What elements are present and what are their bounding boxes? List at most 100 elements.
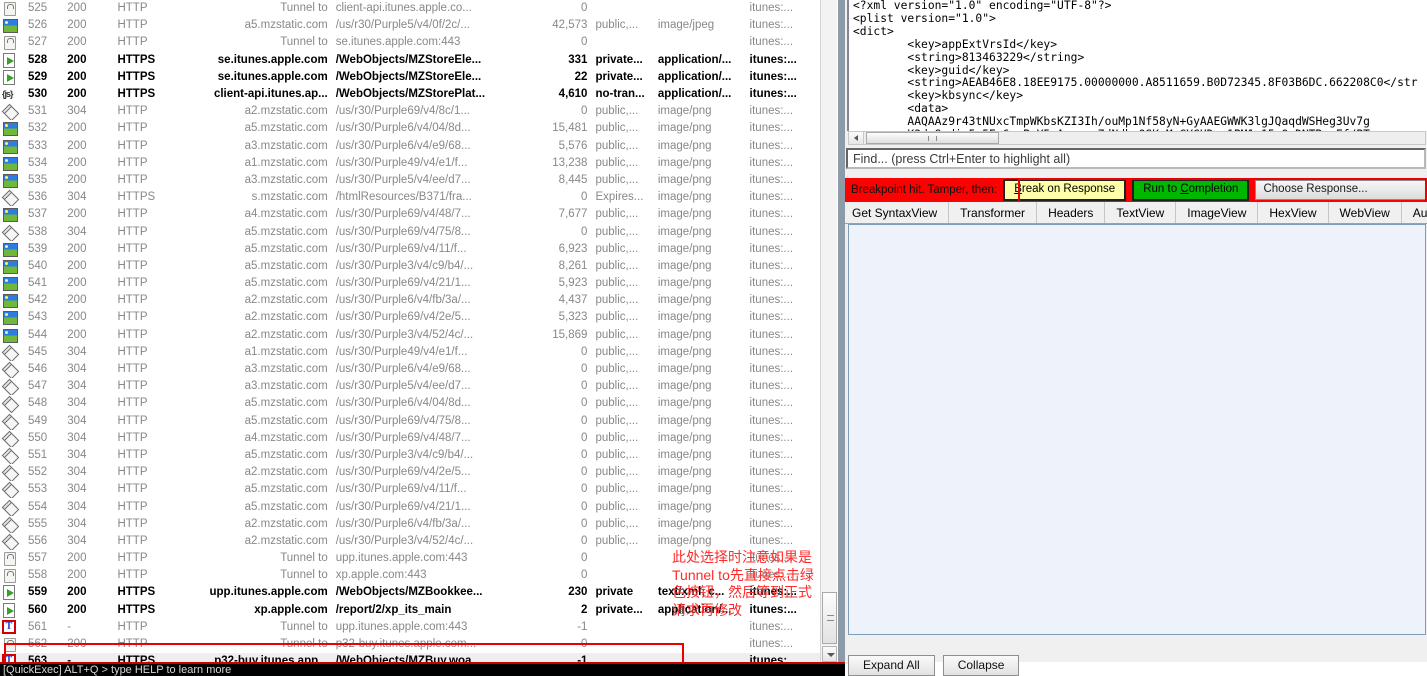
table-row[interactable]: 556 304 HTTP a2.mzstatic.com/us/r30/Purple3… (0, 533, 822, 550)
session-host: a5.mzstatic.com (244, 448, 328, 461)
table-row[interactable]: 535 200 HTTP a3.mzstatic.com/us/r30/Purple5… (0, 172, 822, 189)
session-caching (591, 0, 653, 17)
tab-webview[interactable]: WebView (1329, 202, 1402, 223)
cached-icon (2, 534, 17, 548)
table-row[interactable]: 547 304 HTTP a3.mzstatic.com/us/r30/Purple5… (0, 378, 822, 395)
session-content-type: image/png (657, 277, 712, 290)
table-row[interactable]: 554 304 HTTP a5.mzstatic.com/us/r30/Purple6… (0, 498, 822, 515)
request-xml-view[interactable]: <?xml version="1.0" encoding="UTF-8"?> <… (847, 0, 1427, 131)
session-content-type: image/png (657, 483, 712, 496)
session-icon-cell (0, 378, 24, 395)
session-body-size: 0 (581, 483, 588, 496)
annotation-bottom-left: 此处选择时注意如果是Tunnel to先直接点击绿色按钮，然后等到正式请求再修改 (672, 549, 814, 618)
table-row[interactable]: 542 200 HTTP a2.mzstatic.com/us/r30/Purple6… (0, 292, 822, 309)
session-protocol: HTTP (117, 397, 148, 410)
tab-auth[interactable]: Auth (1402, 202, 1427, 223)
session-body-size: 6,923 (558, 242, 588, 255)
session-icon-cell (0, 309, 24, 326)
cached-icon (2, 190, 17, 204)
quickexec-status-bar[interactable]: [QuickExec] ALT+Q > type HELP to learn m… (0, 662, 845, 676)
table-row[interactable]: 525 200 HTTP Tunnel to client-api.itunes.app… (0, 0, 822, 17)
table-row[interactable]: 534 200 HTTP a1.mzstatic.com/us/r30/Purple4… (0, 155, 822, 172)
session-caching: public,... (595, 19, 639, 32)
table-row[interactable]: 528 200 HTTPS se.itunes.apple.com/WebObject… (0, 52, 822, 69)
session-body-size: 0 (581, 380, 588, 393)
table-row[interactable]: 531 304 HTTP a2.mzstatic.com/us/r30/Purple6… (0, 103, 822, 120)
table-row[interactable]: 536 304 HTTPS s.mzstatic.com/htmlResources/… (0, 189, 822, 206)
session-icon-cell (0, 533, 24, 550)
cached-icon (2, 500, 17, 514)
session-id: 544 (28, 328, 48, 341)
session-process: itunes:... (749, 36, 794, 49)
xml-horizontal-scrollbar[interactable] (848, 131, 1426, 145)
scrollbar-track[interactable] (821, 0, 837, 662)
session-process: itunes:... (749, 2, 794, 15)
session-icon-cell (0, 258, 24, 275)
session-protocol: HTTP (117, 466, 148, 479)
inspector-tabs[interactable]: Get SyntaxView Transformer Headers TextView… (845, 202, 1427, 224)
session-caching: private... (595, 53, 643, 66)
find-input[interactable]: Find... (press Ctrl+Enter to highlight a… (846, 148, 1426, 169)
session-content-type: image/png (657, 105, 712, 118)
session-process: itunes:... (749, 311, 794, 324)
table-row[interactable]: 529 200 HTTPS se.itunes.apple.com/WebObject… (0, 69, 822, 86)
tab-transformer[interactable]: Transformer (949, 202, 1038, 223)
session-result: 304 (67, 105, 87, 118)
session-process: itunes:... (749, 517, 794, 530)
table-row[interactable]: {js} 530 200 HTTPS client-api.itunes.ap... /W… (0, 86, 822, 103)
table-row[interactable]: 538 304 HTTP a5.mzstatic.com/us/r30/Purple6… (0, 223, 822, 240)
table-row[interactable]: 551 304 HTTP a5.mzstatic.com/us/r30/Purple3… (0, 447, 822, 464)
session-caching: public,... (595, 345, 639, 358)
session-content-type: image/png (657, 122, 712, 135)
doc-arrow-icon (2, 69, 17, 85)
tab-get-syntaxview[interactable]: Get SyntaxView (845, 202, 950, 223)
table-row[interactable]: 526 200 HTTP a5.mzstatic.com/us/r30/Purple5… (0, 17, 822, 34)
session-id: 553 (28, 483, 48, 496)
table-row[interactable]: 539 200 HTTP a5.mzstatic.com/us/r30/Purple6… (0, 241, 822, 258)
table-row[interactable]: 546 304 HTTP a3.mzstatic.com/us/r30/Purple6… (0, 361, 822, 378)
table-row[interactable]: 544 200 HTTP a2.mzstatic.com/us/r30/Purple3… (0, 327, 822, 344)
table-row[interactable]: 527 200 HTTP Tunnel to se.itunes.apple.com:4… (0, 34, 822, 51)
table-row[interactable]: 537 200 HTTP a4.mzstatic.com/us/r30/Purple6… (0, 206, 822, 223)
sessions-vertical-scrollbar[interactable] (820, 0, 837, 662)
table-row[interactable]: 540 200 HTTP a5.mzstatic.com/us/r30/Purple3… (0, 258, 822, 275)
session-icon-cell (0, 120, 24, 137)
tab-imageview[interactable]: ImageView (1176, 202, 1259, 223)
table-row[interactable]: T 561 - HTTP Tunnel to upp.itunes.apple.com:4… (0, 619, 822, 636)
breakpoint-hit-label: Breakpoint hit. Tamper, then: (851, 184, 998, 196)
table-row[interactable]: 541 200 HTTP a5.mzstatic.com/us/r30/Purple6… (0, 275, 822, 292)
table-row[interactable]: 532 200 HTTP a5.mzstatic.com/us/r30/Purple6… (0, 120, 822, 137)
table-row[interactable]: 549 304 HTTP a5.mzstatic.com/us/r30/Purple6… (0, 413, 822, 430)
session-process: itunes:... (749, 328, 794, 341)
session-protocol: HTTP (117, 500, 148, 513)
scroll-down-arrow-icon[interactable] (822, 646, 837, 662)
table-row[interactable]: 553 304 HTTP a5.mzstatic.com/us/r30/Purple6… (0, 481, 822, 498)
session-body-size: 0 (581, 552, 588, 565)
table-row[interactable]: 552 304 HTTP a2.mzstatic.com/us/r30/Purple6… (0, 464, 822, 481)
response-body-view[interactable] (848, 224, 1426, 635)
session-body-size: 0 (581, 448, 588, 461)
scroll-left-arrow-icon[interactable] (849, 132, 864, 144)
session-protocol: HTTP (117, 380, 148, 393)
tab-headers[interactable]: Headers (1037, 202, 1106, 223)
table-row[interactable]: 550 304 HTTP a4.mzstatic.com/us/r30/Purple6… (0, 430, 822, 447)
hscrollbar-thumb[interactable] (866, 132, 999, 144)
session-process: itunes:... (749, 638, 794, 651)
collapse-button[interactable]: Collapse (942, 654, 1020, 676)
session-host: a2.mzstatic.com (244, 534, 328, 547)
table-row[interactable]: 555 304 HTTP a2.mzstatic.com/us/r30/Purple6… (0, 516, 822, 533)
scrollbar-thumb[interactable] (822, 592, 837, 644)
table-row[interactable]: 548 304 HTTP a5.mzstatic.com/us/r30/Purple6… (0, 395, 822, 412)
tab-textview[interactable]: TextView (1105, 202, 1177, 223)
table-row[interactable]: 533 200 HTTP a3.mzstatic.com/us/r30/Purple6… (0, 138, 822, 155)
panel-splitter[interactable] (838, 0, 845, 662)
table-row[interactable]: 543 200 HTTP a2.mzstatic.com/us/r30/Purple6… (0, 309, 822, 326)
session-protocol: HTTP (117, 277, 148, 290)
session-id: 539 (28, 242, 48, 255)
expand-all-button[interactable]: Expand All (848, 654, 935, 676)
cached-icon (2, 225, 17, 239)
session-url: /WebObjects/MZBookkee... (335, 586, 483, 599)
tab-hexview[interactable]: HexView (1258, 202, 1329, 223)
table-row[interactable]: 545 304 HTTP a1.mzstatic.com/us/r30/Purple4… (0, 344, 822, 361)
session-host: a3.mzstatic.com (244, 139, 328, 152)
